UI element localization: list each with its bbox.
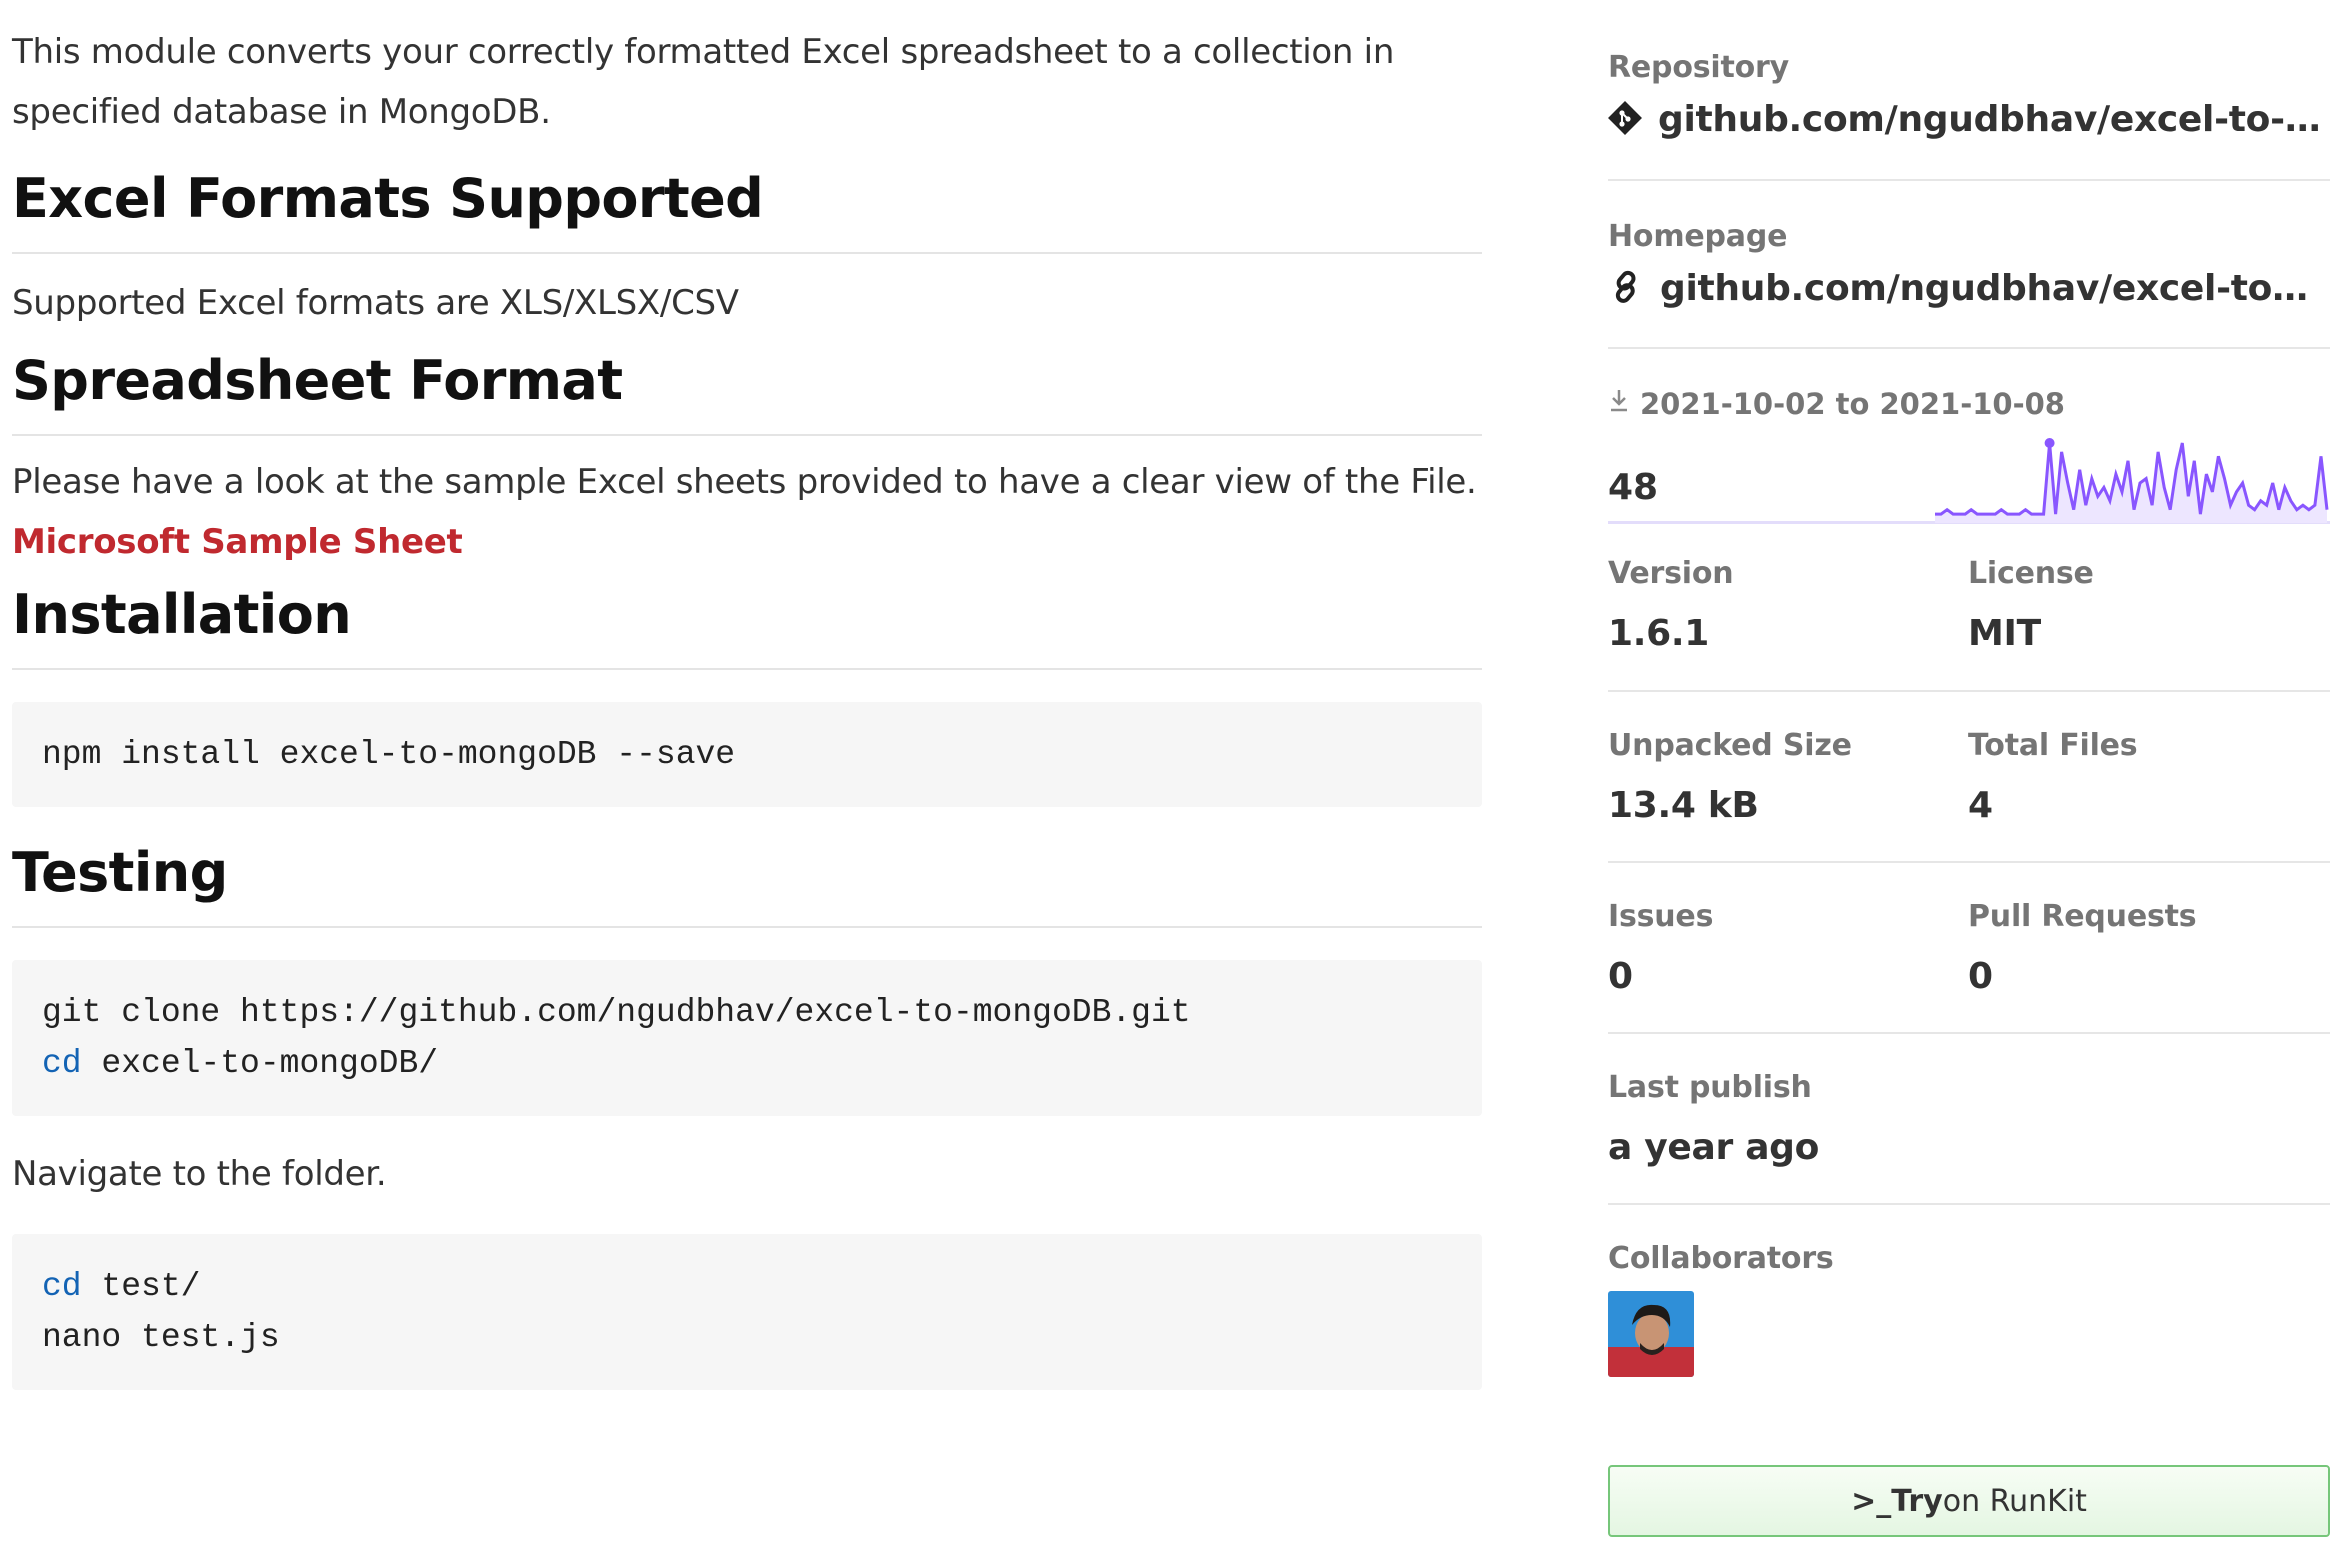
pull-requests-label: Pull Requests (1968, 899, 2197, 934)
code-keyword: cd (42, 1045, 82, 1082)
code-line: excel-to-mongoDB/ (81, 1045, 439, 1082)
intro-paragraph: This module converts your correctly form… (12, 32, 1395, 132)
repository-section: Repository github.com/ngudbhav/excel-to-… (1608, 0, 2330, 181)
avatar-icon[interactable] (1608, 1291, 1694, 1377)
spreadsheet-text: Please have a look at the sample Excel s… (12, 462, 1477, 502)
git-icon (1608, 101, 1642, 139)
last-publish-section: Last publish a year ago (1608, 1034, 2330, 1205)
runkit-try-label: Try (1891, 1483, 1943, 1519)
unpacked-size-group: Unpacked Size 13.4 kB (1608, 726, 1968, 861)
pull-requests-value[interactable]: 0 (1968, 953, 2328, 1001)
repository-value: github.com/ngudbhav/excel-to-mongodb (1658, 99, 2330, 140)
issues-value[interactable]: 0 (1608, 953, 1968, 1001)
issues-group: Issues 0 (1608, 897, 1968, 1032)
issues-pulls-section: Issues 0 Pull Requests 0 (1608, 863, 2330, 1034)
downloads-sparkline (1935, 438, 2329, 523)
downloads-header: 2021-10-02 to 2021-10-08 (1608, 387, 2330, 421)
size-files-section: Unpacked Size 13.4 kB Total Files 4 (1608, 692, 2330, 863)
sparkline-peak-dot (2044, 438, 2055, 448)
last-publish-label: Last publish (1608, 1070, 1812, 1105)
last-publish-value: a year ago (1608, 1127, 1820, 1168)
unpacked-size-value: 13.4 kB (1608, 785, 1759, 826)
version-group: Version 1.6.1 (1608, 554, 1968, 690)
readme-content: This module converts your correctly form… (12, 0, 1482, 1390)
homepage-value: github.com/ngudbhav/excel-to-mongodb#rea… (1660, 268, 2320, 309)
version-value: 1.6.1 (1608, 613, 1709, 654)
unpacked-size-label: Unpacked Size (1608, 728, 1852, 763)
link-icon (1608, 269, 1644, 309)
homepage-link[interactable]: github.com/ngudbhav/excel-to-mongodb#rea… (1608, 265, 2330, 313)
code-line: git clone https://github.com/ngudbhav/ex… (42, 994, 1191, 1031)
download-icon (1608, 387, 1630, 421)
install-code-block: npm install excel-to-mongoDB --save (12, 702, 1482, 807)
collaborators-section: Collaborators (1608, 1205, 2330, 1465)
downloads-section: 2021-10-02 to 2021-10-08 48 (1608, 349, 2330, 524)
heading-installation: Installation (12, 582, 1482, 670)
repository-label: Repository (1608, 50, 1789, 85)
heading-spreadsheet-format: Spreadsheet Format (12, 348, 1482, 436)
code-keyword: cd (42, 1268, 82, 1305)
license-label: License (1968, 556, 2094, 591)
try-on-runkit-button[interactable]: >_ Try on RunKit (1608, 1465, 2330, 1537)
package-sidebar: Repository github.com/ngudbhav/excel-to-… (1608, 0, 2330, 1537)
license-value: MIT (1968, 613, 2041, 654)
spreadsheet-paragraph: Please have a look at the sample Excel s… (12, 452, 1482, 572)
repository-link[interactable]: github.com/ngudbhav/excel-to-mongodb (1608, 96, 2330, 144)
downloads-row: 48 (1608, 421, 2330, 524)
total-files-value: 4 (1968, 785, 1993, 826)
heading-excel-formats: Excel Formats Supported (12, 166, 1482, 254)
downloads-range: 2021-10-02 to 2021-10-08 (1640, 387, 2065, 421)
runkit-rest-label: on RunKit (1942, 1483, 2087, 1519)
version-license-section: Version 1.6.1 License MIT (1608, 521, 2330, 692)
testing-code-block: git clone https://github.com/ngudbhav/ex… (12, 960, 1482, 1116)
homepage-section: Homepage github.com/ngudbhav/excel-to-mo… (1608, 181, 2330, 349)
homepage-label: Homepage (1608, 219, 1788, 254)
issues-label: Issues (1608, 899, 1714, 934)
license-group: License MIT (1968, 554, 2328, 690)
total-files-label: Total Files (1968, 728, 2138, 763)
heading-testing: Testing (12, 840, 1482, 928)
navigate-paragraph: Navigate to the folder. (12, 1154, 387, 1194)
runkit-prompt-icon: >_ (1851, 1483, 1892, 1519)
collaborators-label: Collaborators (1608, 1241, 1834, 1276)
code-line: test/ (81, 1268, 201, 1305)
version-label: Version (1608, 556, 1734, 591)
formats-paragraph: Supported Excel formats are XLS/XLSX/CSV (12, 283, 739, 323)
weekly-downloads-count: 48 (1608, 467, 1659, 508)
total-files-group: Total Files 4 (1968, 726, 2328, 861)
pull-requests-group: Pull Requests 0 (1968, 897, 2328, 1032)
microsoft-sample-sheet-link[interactable]: Microsoft Sample Sheet (12, 522, 463, 562)
test-code-block: cd test/ nano test.js (12, 1234, 1482, 1390)
code-line: nano test.js (42, 1319, 280, 1356)
